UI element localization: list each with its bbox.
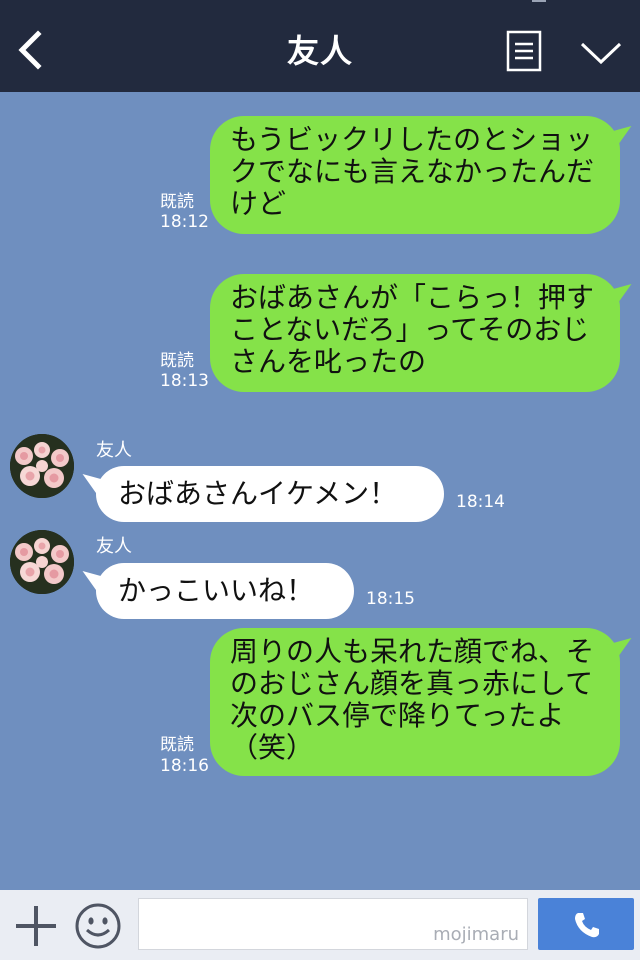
chat-title: 友人 [286, 32, 353, 70]
chevron-down-icon[interactable] [578, 38, 624, 68]
message-composer: mojimaru [0, 890, 640, 960]
plus-icon[interactable] [14, 904, 58, 948]
sender-name: 友人 [96, 536, 132, 557]
document-menu-icon[interactable] [506, 30, 542, 72]
message-time: 18:15 [366, 589, 415, 609]
message-input[interactable]: mojimaru [138, 898, 528, 950]
outgoing-message[interactable]: おばあさんが「こらっ！押すことないだろ」ってそのおじさんを叱ったの [210, 274, 620, 392]
message-time: 18:16 [160, 756, 209, 776]
call-button[interactable] [538, 898, 634, 950]
outgoing-message[interactable]: 周りの人も呆れた顔でね、そのおじさん顔を真っ赤にして次のバス停で降りてったよ（笑… [210, 628, 620, 776]
read-receipt: 既読 [160, 735, 194, 755]
rose-avatar-icon [10, 530, 74, 594]
smile-icon[interactable] [74, 902, 122, 950]
outgoing-message[interactable]: もうビックリしたのとショックでなにも言えなかったんだけど [210, 116, 620, 234]
chat-header: 友人 [0, 0, 640, 92]
incoming-message[interactable]: かっこいいね！ [96, 563, 354, 619]
message-list[interactable]: もうビックリしたのとショックでなにも言えなかったんだけど 既読 18:12 おば… [0, 92, 640, 890]
friend-avatar[interactable] [10, 530, 74, 594]
message-time: 18:13 [160, 371, 209, 391]
message-time: 18:12 [160, 212, 209, 232]
friend-avatar[interactable] [10, 434, 74, 498]
watermark-text: mojimaru [433, 924, 519, 945]
status-indicator-icon [532, 0, 546, 2]
read-receipt: 既読 [160, 351, 194, 371]
sender-name: 友人 [96, 440, 132, 461]
phone-icon [575, 913, 599, 938]
read-receipt: 既読 [160, 192, 194, 212]
message-time: 18:14 [456, 492, 505, 512]
incoming-message[interactable]: おばあさんイケメン！ [96, 466, 444, 522]
rose-avatar-icon [10, 434, 74, 498]
